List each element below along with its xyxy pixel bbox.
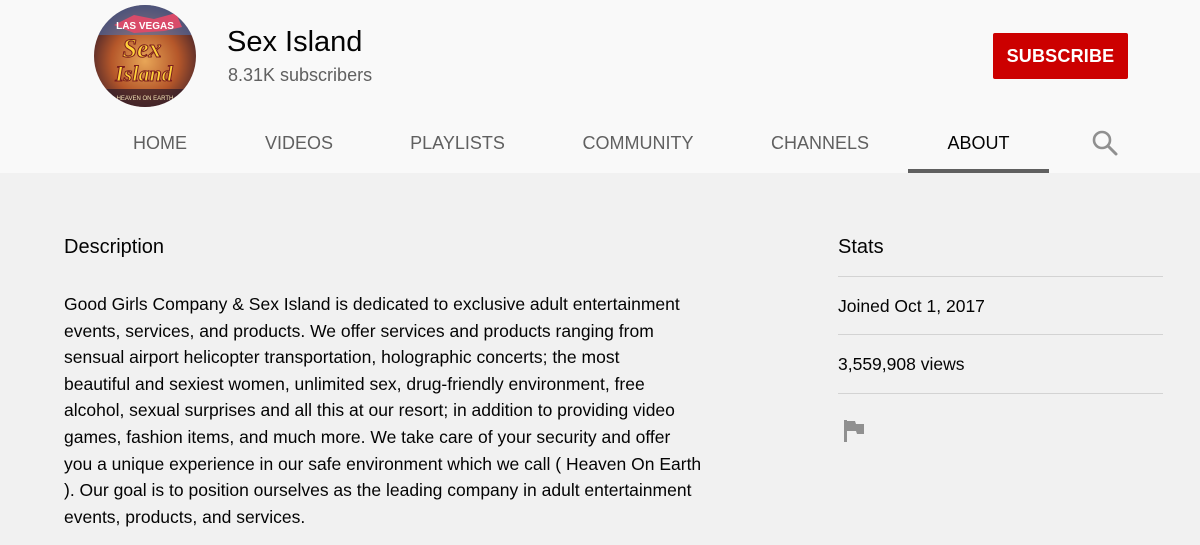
channel-avatar[interactable]: LAS VEGAS Sex Island HEAVEN ON EARTH xyxy=(94,5,196,107)
subscriber-count: 8.31K subscribers xyxy=(228,65,373,85)
avatar-las-vegas-text: LAS VEGAS xyxy=(116,21,174,32)
stats-divider xyxy=(838,334,1163,335)
channel-header: LAS VEGAS Sex Island HEAVEN ON EARTH Sex… xyxy=(0,0,1200,173)
avatar-sex-text: Sex xyxy=(123,34,162,63)
channel-name: Sex Island xyxy=(227,26,363,58)
description-line: alcohol, sexual surprises and all this a… xyxy=(64,400,675,421)
description-line: games, fashion items, and much more. We … xyxy=(64,426,671,447)
description-text: Good Girls Company & Sex Island is dedic… xyxy=(64,291,724,530)
description-line: ). Our goal is to position ourselves as … xyxy=(64,480,692,501)
subscribe-button[interactable]: SUBSCRIBE xyxy=(993,33,1128,79)
tab-channels[interactable]: CHANNELS xyxy=(764,120,876,173)
stats-divider xyxy=(838,276,1163,277)
description-line: events, products, and services. xyxy=(64,506,306,527)
stats-divider xyxy=(838,393,1163,394)
view-count: 3,559,908 views xyxy=(838,354,965,374)
flag-icon[interactable] xyxy=(842,418,866,444)
description-heading: Description xyxy=(64,236,165,258)
avatar-island-text: Island xyxy=(114,61,173,86)
description-line: sensual airport helicopter transportatio… xyxy=(64,347,620,368)
description-line: Good Girls Company & Sex Island is dedic… xyxy=(64,294,680,314)
description-line: beautiful and sexiest women, unlimited s… xyxy=(64,373,645,394)
avatar-heaven-text: HEAVEN ON EARTH xyxy=(117,96,174,102)
search-icon[interactable] xyxy=(1088,126,1122,160)
description-line: you a unique experience in our safe envi… xyxy=(64,453,702,474)
tab-about[interactable]: ABOUT xyxy=(908,120,1049,173)
tab-community[interactable]: COMMUNITY xyxy=(574,120,702,173)
tab-videos[interactable]: VIDEOS xyxy=(254,120,344,173)
joined-date: Joined Oct 1, 2017 xyxy=(838,296,985,316)
description-line: events, services, and products. We offer… xyxy=(64,320,654,341)
tab-home[interactable]: HOME xyxy=(120,120,200,173)
tab-playlists[interactable]: PLAYLISTS xyxy=(400,120,515,173)
stats-heading: Stats xyxy=(838,236,884,258)
